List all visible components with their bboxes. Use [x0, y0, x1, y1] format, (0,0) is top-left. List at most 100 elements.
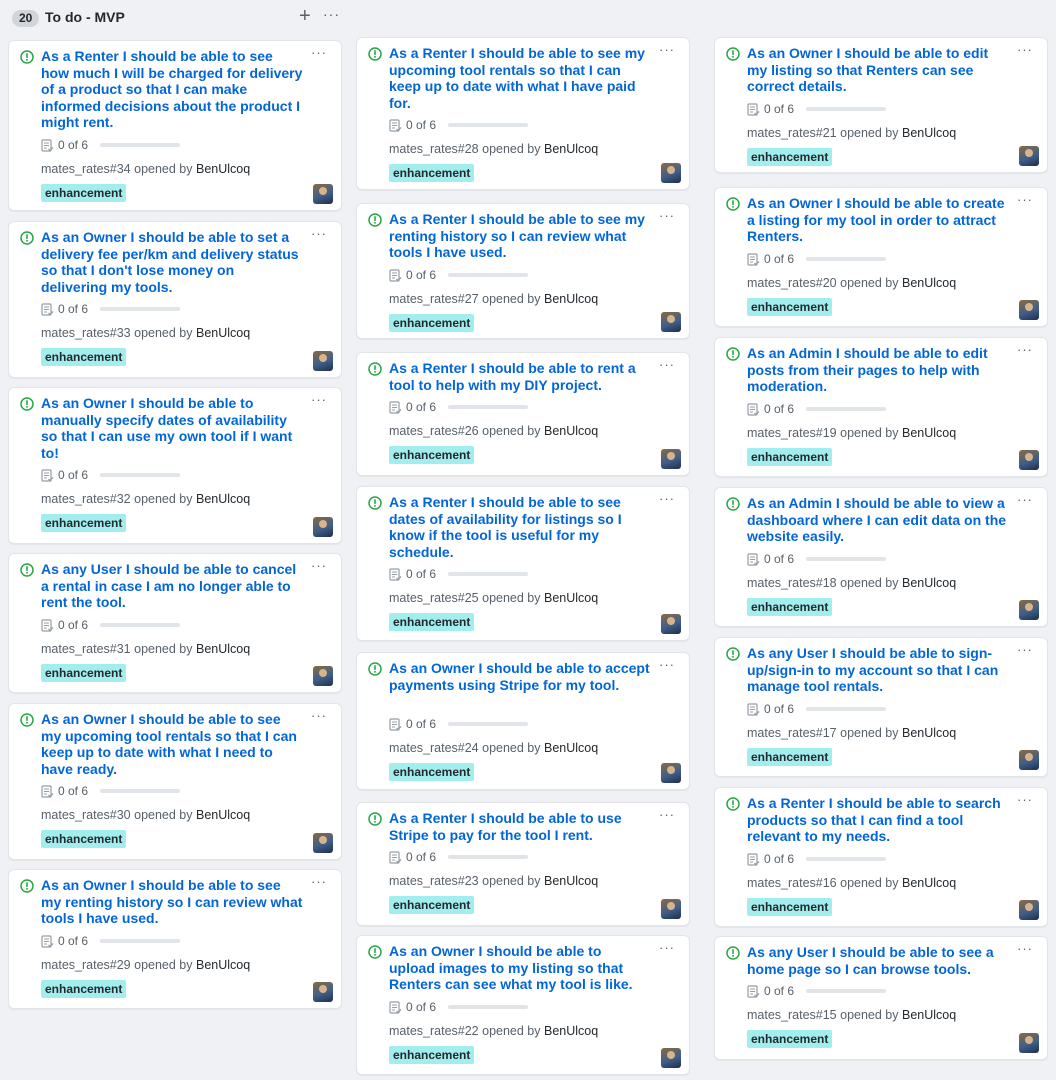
issue-ref-link[interactable]: mates_rates#29	[41, 958, 131, 972]
assignee-avatar[interactable]	[1019, 750, 1039, 770]
issue-card[interactable]: As an Admin I should be able to edit pos…	[714, 337, 1048, 477]
enhancement-label[interactable]: enhancement	[747, 897, 833, 916]
assignee-avatar[interactable]	[661, 763, 681, 783]
card-more-button[interactable]: ···	[1017, 192, 1033, 207]
card-more-button[interactable]: ···	[1017, 642, 1033, 657]
author-link[interactable]: BenUlcoq	[902, 726, 956, 740]
issue-title[interactable]: As an Owner I should be able to upload i…	[389, 943, 651, 993]
add-card-button[interactable]: +	[299, 6, 311, 26]
issue-title[interactable]: As a Renter I should be able to rent a t…	[389, 360, 651, 393]
author-link[interactable]: BenUlcoq	[196, 958, 250, 972]
card-more-button[interactable]: ···	[1017, 342, 1033, 357]
issue-ref-link[interactable]: mates_rates#25	[389, 591, 479, 605]
issue-card[interactable]: As any User I should be able to sign-up/…	[714, 637, 1048, 777]
enhancement-label[interactable]: enhancement	[389, 896, 475, 915]
author-link[interactable]: BenUlcoq	[196, 492, 250, 506]
assignee-avatar[interactable]	[661, 899, 681, 919]
issue-ref-link[interactable]: mates_rates#28	[389, 142, 479, 156]
issue-title[interactable]: As a Renter I should be able to see my u…	[389, 45, 651, 111]
enhancement-label[interactable]: enhancement	[389, 613, 475, 632]
issue-title[interactable]: As a Renter I should be able to use Stri…	[389, 810, 651, 843]
issue-ref-link[interactable]: mates_rates#31	[41, 642, 131, 656]
assignee-avatar[interactable]	[1019, 900, 1039, 920]
enhancement-label[interactable]: enhancement	[41, 979, 127, 998]
author-link[interactable]: BenUlcoq	[902, 426, 956, 440]
issue-title[interactable]: As an Owner I should be able to see my r…	[41, 877, 303, 927]
author-link[interactable]: BenUlcoq	[902, 576, 956, 590]
card-more-button[interactable]: ···	[659, 940, 675, 955]
issue-ref-link[interactable]: mates_rates#22	[389, 1024, 479, 1038]
enhancement-label[interactable]: enhancement	[41, 830, 127, 849]
issue-title[interactable]: As an Owner I should be able to see my u…	[41, 711, 303, 777]
issue-ref-link[interactable]: mates_rates#16	[747, 876, 837, 890]
issue-ref-link[interactable]: mates_rates#30	[41, 808, 131, 822]
issue-ref-link[interactable]: mates_rates#20	[747, 276, 837, 290]
card-more-button[interactable]: ···	[311, 558, 327, 573]
author-link[interactable]: BenUlcoq	[196, 162, 250, 176]
issue-card[interactable]: As an Owner I should be able to edit my …	[714, 37, 1048, 173]
issue-title[interactable]: As any User I should be able to cancel a…	[41, 561, 303, 611]
enhancement-label[interactable]: enhancement	[41, 663, 127, 682]
issue-ref-link[interactable]: mates_rates#33	[41, 326, 131, 340]
assignee-avatar[interactable]	[313, 351, 333, 371]
issue-card[interactable]: As a Renter I should be able to see my r…	[356, 203, 690, 339]
issue-card[interactable]: As an Owner I should be able to upload i…	[356, 935, 690, 1075]
assignee-avatar[interactable]	[661, 1048, 681, 1068]
assignee-avatar[interactable]	[1019, 300, 1039, 320]
enhancement-label[interactable]: enhancement	[41, 184, 127, 202]
issue-card[interactable]: As a Renter I should be able to search p…	[714, 787, 1048, 927]
assignee-avatar[interactable]	[1019, 600, 1039, 620]
enhancement-label[interactable]: enhancement	[41, 348, 127, 367]
issue-title[interactable]: As a Renter I should be able to see my r…	[389, 211, 651, 261]
issue-card[interactable]: As a Renter I should be able to see how …	[8, 40, 342, 211]
issue-card[interactable]: As any User I should be able to cancel a…	[8, 553, 342, 693]
card-more-button[interactable]: ···	[659, 657, 675, 672]
issue-card[interactable]: As an Owner I should be able to create a…	[714, 187, 1048, 327]
issue-title[interactable]: As an Owner I should be able to edit my …	[747, 45, 1009, 95]
issue-ref-link[interactable]: mates_rates#34	[41, 162, 131, 176]
issue-title[interactable]: As a Renter I should be able to search p…	[747, 795, 1009, 845]
issue-card[interactable]: As an Owner I should be able to set a de…	[8, 221, 342, 378]
issue-card[interactable]: As a Renter I should be able to see my u…	[356, 37, 690, 190]
card-more-button[interactable]: ···	[659, 807, 675, 822]
issue-ref-link[interactable]: mates_rates#21	[747, 126, 837, 140]
enhancement-label[interactable]: enhancement	[747, 297, 833, 316]
issue-title[interactable]: As an Admin I should be able to edit pos…	[747, 345, 1009, 395]
author-link[interactable]: BenUlcoq	[544, 741, 598, 755]
issue-ref-link[interactable]: mates_rates#18	[747, 576, 837, 590]
card-more-button[interactable]: ···	[659, 208, 675, 223]
card-more-button[interactable]: ···	[659, 357, 675, 372]
enhancement-label[interactable]: enhancement	[389, 446, 475, 465]
author-link[interactable]: BenUlcoq	[544, 874, 598, 888]
issue-card[interactable]: As an Owner I should be able to see my u…	[8, 703, 342, 860]
enhancement-label[interactable]: enhancement	[389, 1045, 475, 1064]
author-link[interactable]: BenUlcoq	[902, 1008, 956, 1022]
card-more-button[interactable]: ···	[659, 491, 675, 506]
author-link[interactable]: BenUlcoq	[544, 292, 598, 306]
assignee-avatar[interactable]	[313, 184, 333, 204]
issue-title[interactable]: As a Renter I should be able to see date…	[389, 494, 651, 560]
issue-ref-link[interactable]: mates_rates#23	[389, 874, 479, 888]
assignee-avatar[interactable]	[661, 614, 681, 634]
card-more-button[interactable]: ···	[311, 45, 327, 60]
issue-ref-link[interactable]: mates_rates#24	[389, 741, 479, 755]
assignee-avatar[interactable]	[313, 517, 333, 537]
issue-card[interactable]: As an Owner I should be able to see my r…	[8, 869, 342, 1009]
card-more-button[interactable]: ···	[311, 708, 327, 723]
issue-title[interactable]: As an Owner I should be able to create a…	[747, 195, 1009, 245]
assignee-avatar[interactable]	[1019, 450, 1039, 470]
author-link[interactable]: BenUlcoq	[902, 876, 956, 890]
card-more-button[interactable]: ···	[311, 392, 327, 407]
author-link[interactable]: BenUlcoq	[902, 126, 956, 140]
author-link[interactable]: BenUlcoq	[544, 1024, 598, 1038]
card-more-button[interactable]: ···	[1017, 792, 1033, 807]
enhancement-label[interactable]: enhancement	[747, 1030, 833, 1049]
issue-card[interactable]: As a Renter I should be able to see date…	[356, 486, 690, 641]
author-link[interactable]: BenUlcoq	[196, 642, 250, 656]
issue-ref-link[interactable]: mates_rates#17	[747, 726, 837, 740]
issue-card[interactable]: As any User I should be able to see a ho…	[714, 936, 1048, 1060]
assignee-avatar[interactable]	[1019, 146, 1039, 166]
issue-title[interactable]: As any User I should be able to sign-up/…	[747, 645, 1009, 695]
enhancement-label[interactable]: enhancement	[747, 447, 833, 466]
author-link[interactable]: BenUlcoq	[544, 142, 598, 156]
